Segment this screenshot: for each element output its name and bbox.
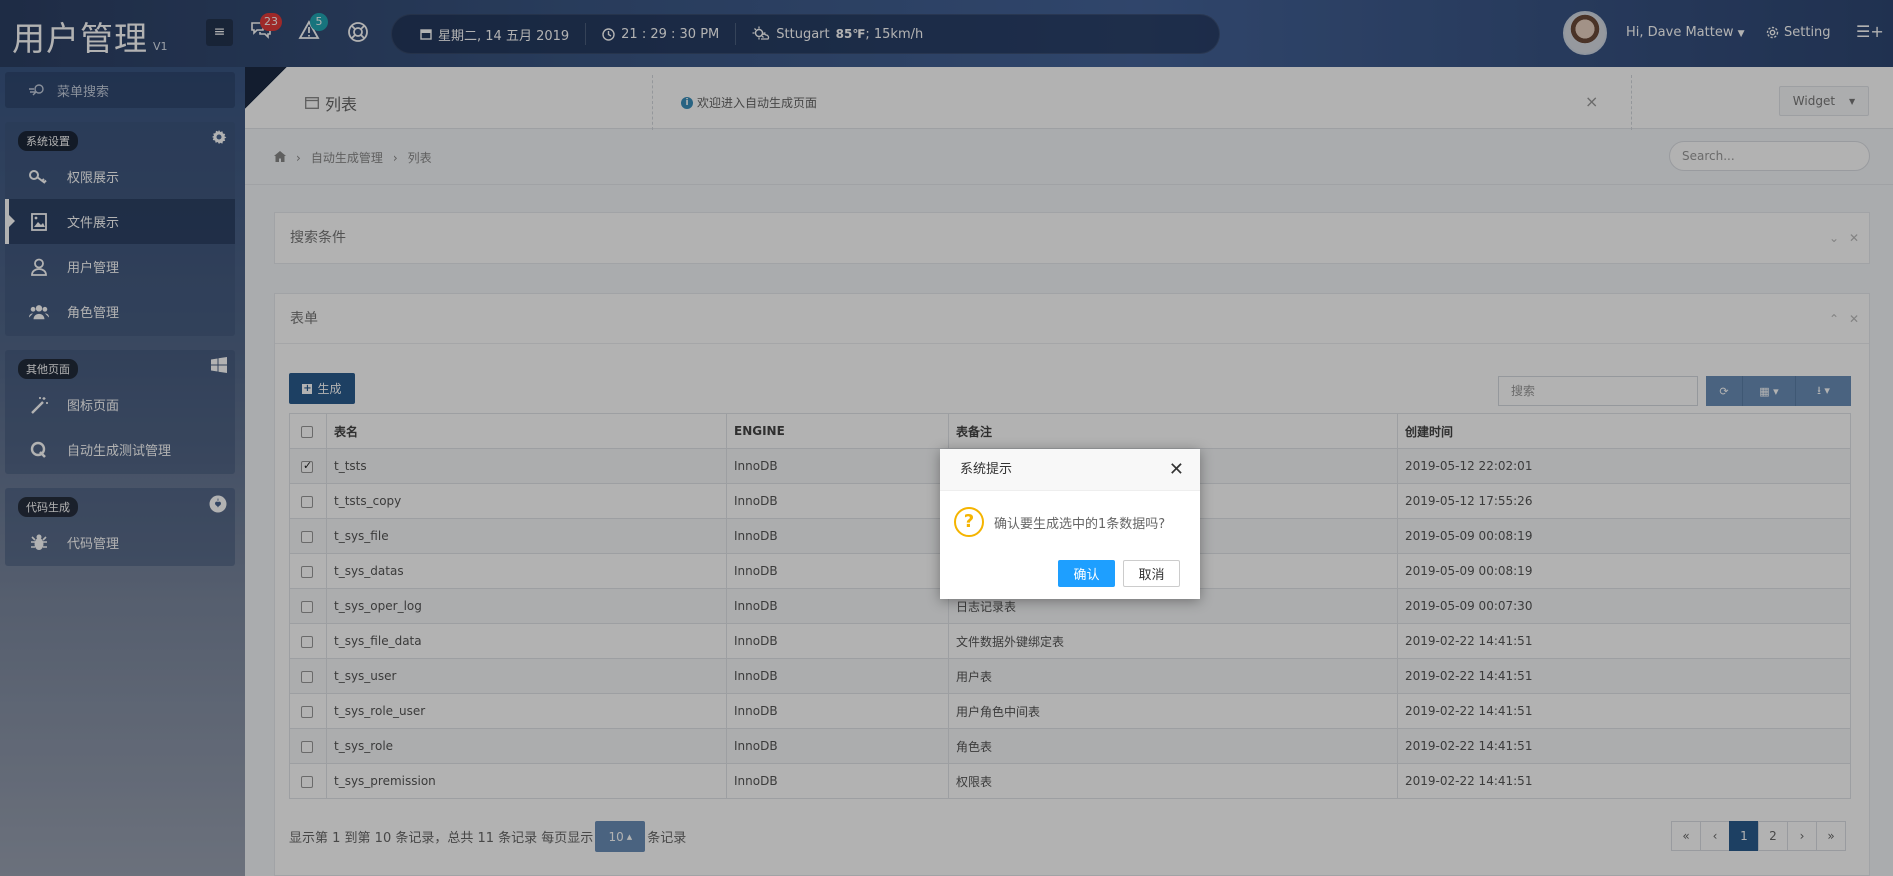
dialog-message: 确认要生成选中的1条数据吗?: [994, 516, 1166, 532]
question-icon: ?: [954, 507, 984, 537]
close-icon[interactable]: ✕: [1169, 449, 1184, 491]
confirm-button[interactable]: 确认: [1058, 560, 1115, 587]
dialog-header: 系统提示 ✕: [940, 449, 1200, 491]
cancel-button[interactable]: 取消: [1123, 560, 1180, 587]
dialog-body: ? 确认要生成选中的1条数据吗?: [940, 491, 1200, 537]
dialog-title: 系统提示: [960, 462, 1013, 477]
confirm-dialog: 系统提示 ✕ ? 确认要生成选中的1条数据吗? 确认 取消: [940, 449, 1200, 599]
modal-overlay[interactable]: [0, 0, 1893, 876]
